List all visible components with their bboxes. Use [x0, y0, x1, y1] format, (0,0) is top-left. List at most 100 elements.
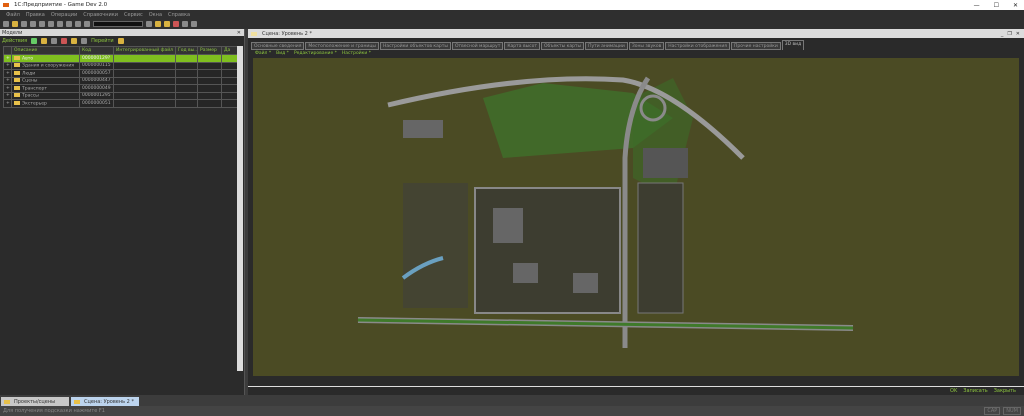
menu-operations[interactable]: Операции — [51, 12, 77, 18]
undo-icon[interactable] — [66, 21, 72, 27]
menu-bar: Файл Правка Операции Справочники Сервис … — [0, 10, 1024, 19]
title-bar: 1С:Предприятие - Game Dev 2.0 — ☐ ✕ — [0, 0, 1024, 10]
col-size[interactable]: Размер — [197, 46, 222, 55]
search-input[interactable] — [93, 21, 143, 27]
col-date[interactable]: Да — [221, 46, 238, 55]
close-window-icon[interactable]: ✕ — [1016, 31, 1020, 37]
menu-catalogs[interactable]: Справочники — [83, 12, 118, 18]
tab-location[interactable]: Местоположение и границы — [305, 42, 379, 50]
menu-file[interactable]: Файл — [6, 12, 20, 18]
tab-other-settings[interactable]: Прочие настройки — [731, 42, 781, 50]
num-indicator: NUM — [1003, 407, 1021, 415]
close-panel-icon[interactable]: ✕ — [237, 30, 244, 36]
table-row[interactable]: + Трассы 0000001295 — [3, 91, 238, 100]
menu-service[interactable]: Сервис — [124, 12, 143, 18]
calculator-icon[interactable] — [164, 21, 170, 27]
submenu-view[interactable]: Вид * — [276, 51, 289, 56]
minimize-window-icon[interactable]: _ — [1001, 31, 1004, 37]
table-row[interactable]: + Экстерьер 0000000051 — [3, 99, 238, 108]
print-icon[interactable] — [57, 21, 63, 27]
save-icon[interactable] — [21, 21, 27, 27]
building — [493, 208, 523, 243]
col-year[interactable]: Год вы... — [175, 46, 198, 55]
delete-icon[interactable] — [61, 38, 68, 44]
col-description[interactable]: Описание — [11, 46, 80, 55]
table-row[interactable]: + Транспорт 0000000049 — [3, 84, 238, 93]
folder-icon — [14, 93, 20, 97]
add-folder-icon[interactable] — [41, 38, 48, 44]
cut-icon[interactable] — [30, 21, 36, 27]
table-scrollbar[interactable] — [237, 46, 243, 371]
tab-3d-view[interactable]: 3D вид — [781, 40, 805, 50]
building — [513, 263, 538, 283]
table-row[interactable]: + Люди 0000000057 — [3, 69, 238, 78]
window-icon — [74, 399, 80, 404]
view-submenu: Файл * Вид * Редактирование * Настройки … — [248, 49, 1024, 57]
table-row[interactable]: + Здания и сооружения 0000000115 — [3, 61, 238, 70]
help-icon[interactable] — [191, 21, 197, 27]
submenu-edit[interactable]: Редактирование * — [294, 51, 337, 56]
info-icon[interactable] — [155, 21, 161, 27]
panel-toolbar: Действия Перейти — [0, 36, 244, 46]
close-button[interactable]: Закрыть — [994, 388, 1016, 394]
menu-windows[interactable]: Окна — [149, 12, 162, 18]
caps-indicator: CAP — [984, 407, 1001, 415]
table-row[interactable]: + Авто 000000129? — [3, 54, 238, 63]
tab-heightmap[interactable]: Карта высот — [504, 42, 541, 50]
search-icon[interactable] — [84, 21, 90, 27]
open-icon[interactable] — [12, 21, 18, 27]
tab-map-objects[interactable]: Объекты карты — [541, 42, 585, 50]
add-icon[interactable] — [31, 38, 38, 44]
hierarchy-icon[interactable] — [71, 38, 78, 44]
memory-icon[interactable] — [182, 21, 188, 27]
find-next-icon[interactable] — [146, 21, 152, 27]
col-file[interactable]: Интегрированный файл — [113, 46, 176, 55]
filter-icon[interactable] — [81, 38, 88, 44]
restore-window-icon[interactable]: ❐ — [1007, 31, 1011, 37]
copy-icon[interactable] — [39, 21, 45, 27]
save-button[interactable]: Записать — [963, 388, 987, 394]
paste-icon[interactable] — [48, 21, 54, 27]
3d-map-viewport[interactable] — [253, 58, 1019, 376]
status-bar: Для получения подсказки нажмите F1 CAP NU… — [0, 406, 1024, 416]
submenu-settings[interactable]: Настройки * — [342, 51, 371, 56]
city-block — [637, 182, 684, 314]
submenu-file[interactable]: Файл * — [255, 51, 271, 56]
dialog-buttons: OK Записать Закрыть — [248, 386, 1024, 395]
actions-menu[interactable]: Действия — [2, 38, 27, 44]
folder-icon — [14, 100, 20, 105]
new-icon[interactable] — [3, 21, 9, 27]
window-icon — [251, 31, 257, 36]
tab-main-info[interactable]: Основные сведения — [251, 42, 305, 50]
city-block — [403, 183, 468, 308]
scene-window: Сцена: Уровень 2 * _ ❐ ✕ Основные сведения… — [248, 29, 1024, 395]
copy-item-icon[interactable] — [51, 38, 58, 44]
task-scene[interactable]: Сцена: Уровень 2 * — [71, 397, 139, 406]
close-icon[interactable]: ✕ — [1013, 2, 1018, 9]
tab-sound-zones[interactable]: Зоны звуков — [628, 42, 665, 50]
goto-menu[interactable]: Перейти — [91, 38, 114, 44]
city-block — [474, 187, 621, 314]
app-icon — [3, 3, 9, 7]
tab-animation-paths[interactable]: Пути анимации — [585, 42, 628, 50]
calendar-icon[interactable] — [173, 21, 179, 27]
help-icon[interactable] — [117, 38, 124, 44]
folder-icon — [14, 70, 20, 75]
ok-button[interactable]: OK — [950, 388, 957, 394]
task-projects[interactable]: Проекты/сцены — [1, 397, 69, 406]
col-code[interactable]: Код — [79, 46, 114, 55]
redo-icon[interactable] — [75, 21, 81, 27]
tab-map-objects-settings[interactable]: Настройки объектов карты — [379, 42, 451, 50]
table-row[interactable]: + Сцены 0000000447 — [3, 76, 238, 85]
tab-route[interactable]: Отвесной маршрут — [451, 42, 504, 50]
tab-display-settings[interactable]: Настройки отображения — [665, 42, 731, 50]
models-table: Описание Код Интегрированный файл Год вы… — [3, 46, 238, 108]
building — [403, 120, 443, 138]
window-title: Сцена: Уровень 2 * — [262, 30, 312, 37]
status-hint: Для получения подсказки нажмите F1 — [3, 408, 105, 414]
maximize-icon[interactable]: ☐ — [994, 2, 999, 9]
menu-edit[interactable]: Правка — [26, 12, 45, 18]
folder-icon — [14, 78, 20, 82]
menu-help[interactable]: Справка — [168, 12, 190, 18]
minimize-icon[interactable]: — — [974, 2, 980, 9]
